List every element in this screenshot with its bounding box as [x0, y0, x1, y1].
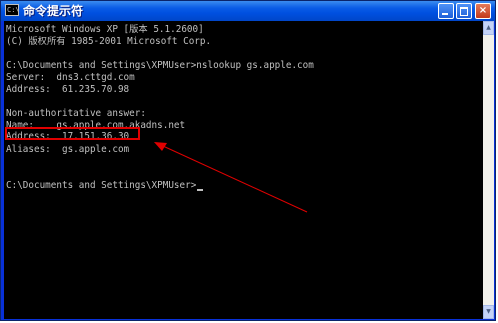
console-prompt: C:\Documents and Settings\XPMUser>: [6, 180, 197, 191]
console-line: Address: 61.235.70.98: [6, 84, 130, 95]
cmd-window: C:\ 命令提示符 × Microsoft Windows XP [版本 5.1…: [0, 0, 496, 321]
console-line: Server: dns3.cttgd.com: [6, 72, 135, 83]
scroll-down-arrow-icon[interactable]: ▼: [483, 305, 494, 319]
text-cursor: [197, 189, 204, 191]
console-line: Microsoft Windows XP [版本 5.1.2600]: [6, 24, 204, 35]
minimize-button[interactable]: [438, 3, 454, 19]
scroll-up-arrow-icon[interactable]: ▲: [483, 21, 494, 35]
vertical-scrollbar[interactable]: ▲ ▼: [483, 21, 494, 319]
window-title: 命令提示符: [23, 4, 84, 18]
console-line: Aliases: gs.apple.com: [6, 144, 130, 155]
console-line: (C) 版权所有 1985-2001 Microsoft Corp.: [6, 36, 212, 47]
highlight-box: [5, 127, 140, 140]
maximize-button[interactable]: [456, 3, 472, 19]
console-output[interactable]: Microsoft Windows XP [版本 5.1.2600] (C) 版…: [4, 21, 483, 319]
console-line: Non-authoritative answer:: [6, 108, 146, 119]
cmd-icon[interactable]: C:\: [5, 4, 20, 16]
console-line: C:\Documents and Settings\XPMUser>nslook…: [6, 60, 314, 71]
title-bar[interactable]: C:\ 命令提示符 ×: [1, 1, 495, 21]
close-button[interactable]: ×: [475, 3, 491, 19]
console-prompt-line: C:\Documents and Settings\XPMUser>: [6, 180, 204, 191]
cmd-icon-glyph: C:\: [7, 6, 20, 14]
